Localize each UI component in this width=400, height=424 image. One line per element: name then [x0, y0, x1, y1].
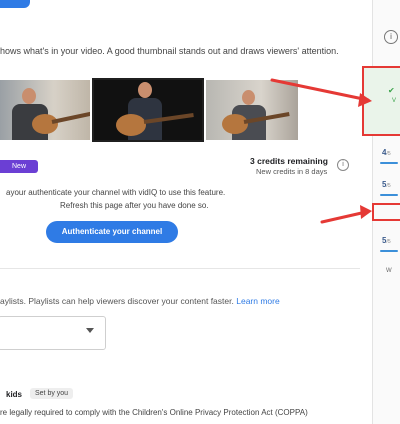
sparkle-icon: ✦ [12, 176, 18, 183]
thumbnail-description: hows what's in your video. A good thumbn… [0, 46, 339, 56]
authenticate-channel-button[interactable]: Authenticate your channel [46, 221, 178, 243]
score-3-bar [380, 250, 398, 252]
score-1-bar [380, 162, 398, 164]
learn-more-link[interactable]: Learn more [236, 296, 279, 306]
score-1: 4/5 [382, 148, 391, 157]
new-feature-badge: New ✦ [0, 160, 38, 183]
audience-kids-label: kids [6, 390, 23, 399]
sidebar-small-label: W [386, 268, 392, 274]
annotation-arrows [270, 78, 372, 224]
playlists-description: aylists. Playlists can help viewers disc… [0, 296, 280, 306]
chevron-down-icon [86, 328, 94, 333]
checklist-label: V [392, 98, 397, 104]
auth-instruction: ayour authenticate your channel with vid… [6, 188, 226, 197]
highlighted-score-box [372, 203, 400, 221]
credits-remaining: 3 credits remaining [250, 156, 328, 166]
arrow-head [360, 205, 372, 219]
sidebar-info-icon[interactable]: i [384, 30, 398, 44]
credits-refresh-info: New credits in 8 days [256, 167, 328, 176]
set-by-you-badge: Set by you [30, 388, 74, 399]
score-2: 5/5 [382, 180, 391, 189]
auth-refresh-note: Refresh this page after you have done so… [60, 201, 209, 210]
info-icon[interactable]: i [337, 159, 349, 171]
score-2-bar [380, 194, 398, 196]
thumbnail-option-3[interactable] [206, 80, 298, 140]
top-pill-button[interactable] [0, 0, 30, 8]
coppa-notice: re legally required to comply with the C… [0, 408, 308, 417]
thumbnail-option-2[interactable] [92, 78, 204, 142]
section-divider [0, 268, 360, 269]
check-icon: ✔ [388, 86, 395, 95]
playlist-dropdown[interactable] [0, 316, 106, 350]
score-3: 5/5 [382, 236, 391, 245]
thumbnail-option-1[interactable] [0, 80, 90, 140]
arrow-to-score-box [320, 210, 368, 224]
